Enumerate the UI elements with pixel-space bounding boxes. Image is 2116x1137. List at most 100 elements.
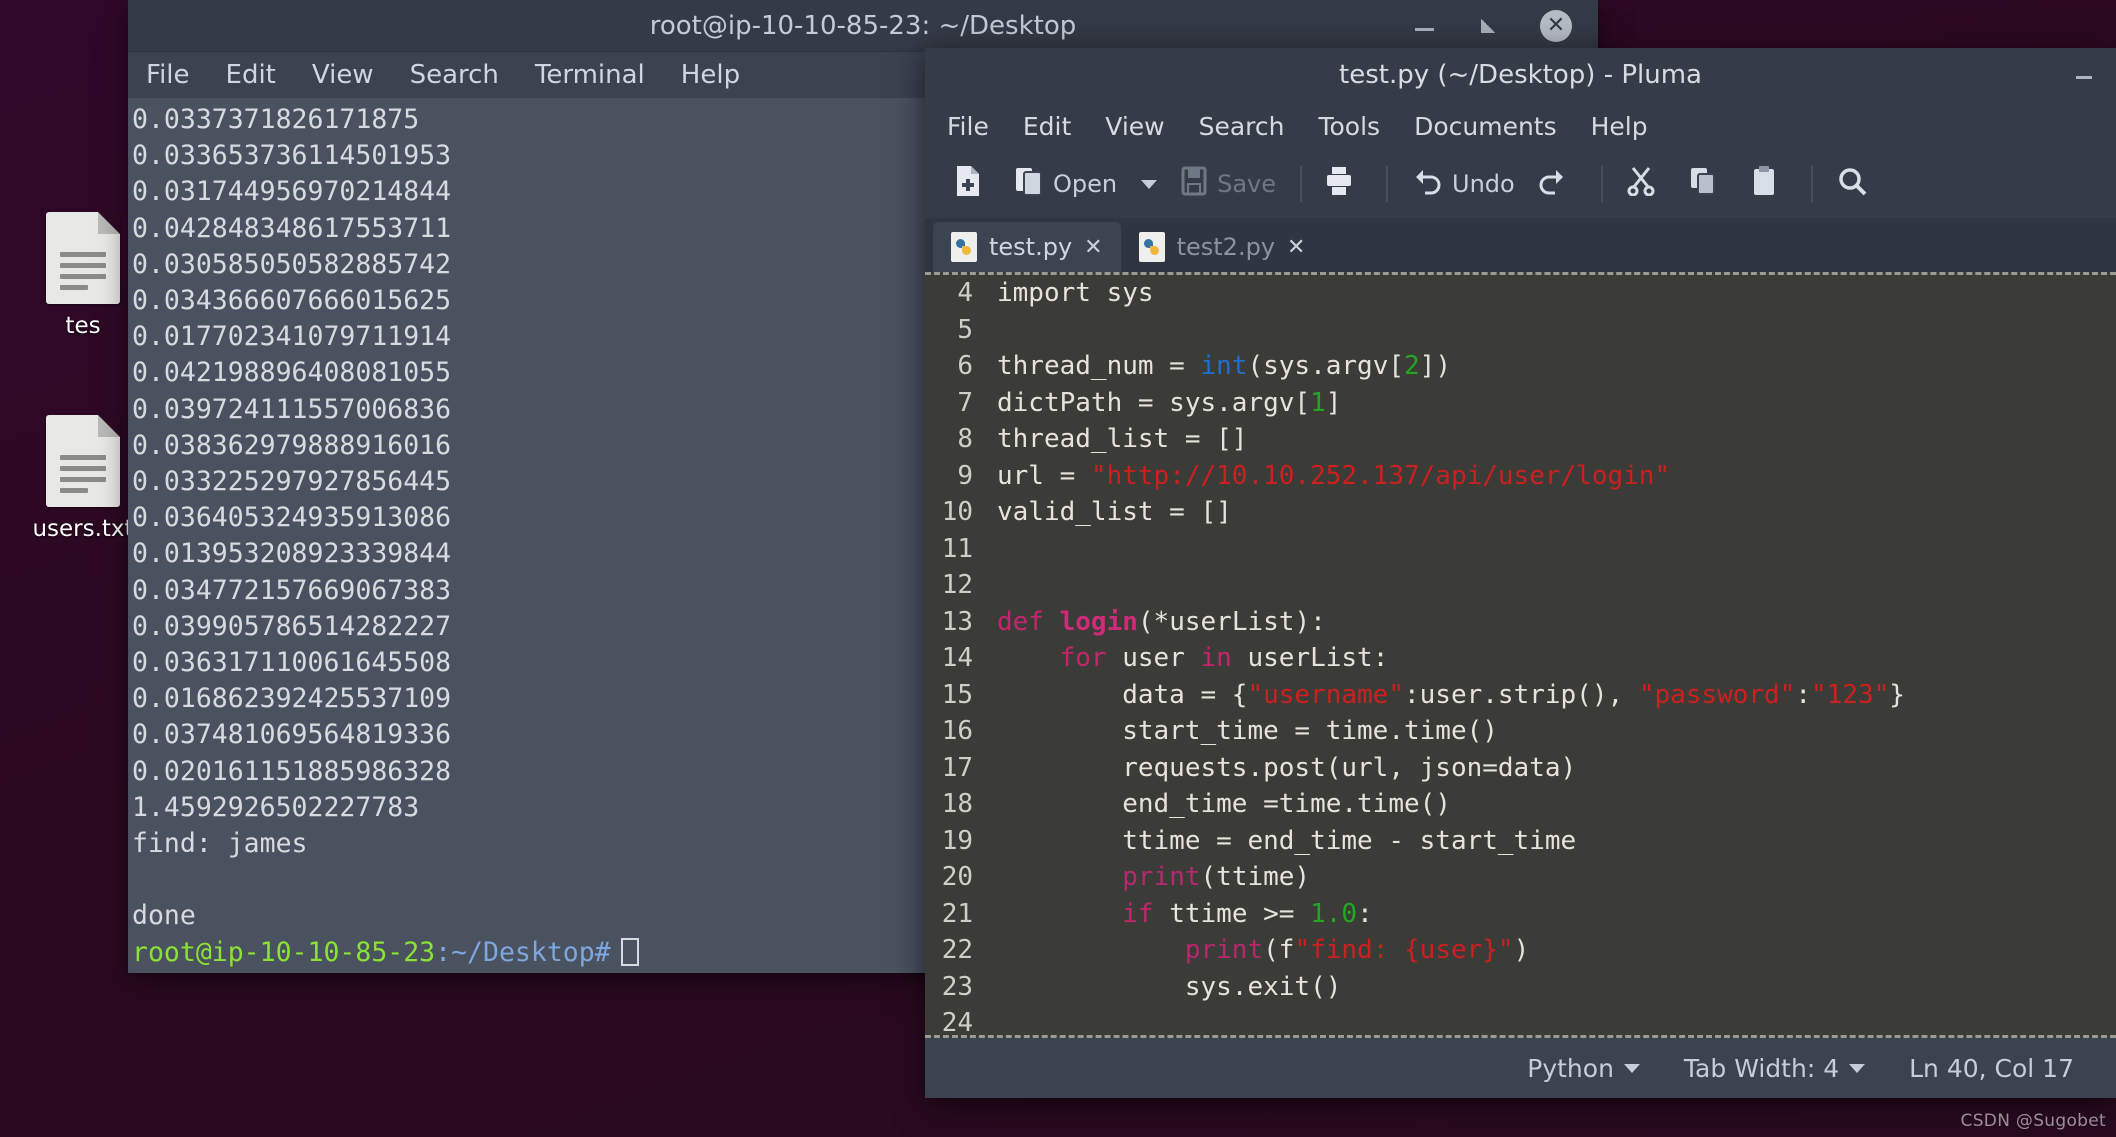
code-line: 17 requests.post(url, json=data) bbox=[925, 750, 2116, 787]
paste-button[interactable] bbox=[1739, 160, 1799, 208]
pluma-menubar[interactable]: File Edit View Search Tools Documents He… bbox=[925, 102, 2116, 150]
printer-icon bbox=[1326, 166, 1352, 202]
cut-button[interactable] bbox=[1615, 160, 1677, 208]
pluma-toolbar[interactable]: Open Save Undo bbox=[925, 150, 2116, 218]
pluma-window[interactable]: test.py (~/Desktop) - Pluma File Edit Vi… bbox=[925, 48, 2116, 1098]
code-line: 16 start_time = time.time() bbox=[925, 713, 2116, 750]
desktop: tes users.txt root@ip-10-10-85-23: ~/Des… bbox=[0, 0, 2116, 1137]
pluma-menu-documents[interactable]: Documents bbox=[1414, 112, 1557, 141]
terminal-menu-terminal[interactable]: Terminal bbox=[535, 60, 645, 90]
code-text[interactable]: data = {"username":user.strip(), "passwo… bbox=[983, 677, 1905, 714]
code-text[interactable]: import sys bbox=[983, 275, 1154, 312]
line-number: 13 bbox=[941, 606, 973, 637]
terminal-menu-view[interactable]: View bbox=[312, 60, 374, 90]
code-line: 15 data = {"username":user.strip(), "pas… bbox=[925, 677, 2116, 714]
line-number: 16 bbox=[941, 716, 973, 746]
desktop-icon-test-label: tes bbox=[65, 313, 101, 339]
code-text[interactable]: sys.exit() bbox=[983, 969, 1342, 1006]
prompt-path: :~/Desktop# bbox=[435, 936, 611, 968]
cursor-position: Ln 40, Col 17 bbox=[1909, 1054, 2074, 1083]
code-text[interactable]: end_time =time.time() bbox=[983, 786, 1451, 823]
tab-test-py-label: test.py bbox=[989, 233, 1073, 261]
pluma-menu-help[interactable]: Help bbox=[1591, 112, 1648, 141]
undo-arrow-icon bbox=[1412, 167, 1442, 201]
code-text[interactable] bbox=[983, 567, 997, 604]
line-number: 24 bbox=[941, 1008, 973, 1038]
toolbar-separator bbox=[1300, 166, 1303, 202]
code-text[interactable] bbox=[983, 1005, 997, 1035]
pluma-titlebar[interactable]: test.py (~/Desktop) - Pluma bbox=[925, 48, 2116, 102]
terminal-menu-file[interactable]: File bbox=[146, 60, 190, 90]
copy-button[interactable] bbox=[1677, 160, 1739, 208]
pluma-menu-file[interactable]: File bbox=[947, 112, 989, 141]
pluma-tabbar[interactable]: test.py ✕ test2.py ✕ bbox=[925, 218, 2116, 272]
code-text[interactable]: for user in userList: bbox=[983, 640, 1389, 677]
minimize-icon[interactable] bbox=[2072, 64, 2096, 86]
code-editor[interactable]: 4 import sys 5 6 thread_num = int(sys.argv[2… bbox=[925, 272, 2116, 1038]
code-line: 24 bbox=[925, 1005, 2116, 1038]
save-disk-icon bbox=[1181, 166, 1207, 202]
save-button[interactable]: Save bbox=[1169, 160, 1288, 208]
code-text[interactable]: def login(*userList): bbox=[983, 604, 1326, 641]
pluma-menu-edit[interactable]: Edit bbox=[1023, 112, 1071, 141]
code-text[interactable]: requests.post(url, json=data) bbox=[983, 750, 1576, 787]
terminal-titlebar[interactable]: root@ip-10-10-85-23: ~/Desktop ✕ bbox=[128, 0, 1598, 52]
pluma-menu-search[interactable]: Search bbox=[1199, 112, 1285, 141]
terminal-window-controls[interactable]: ✕ bbox=[1412, 0, 1572, 52]
undo-button[interactable]: Undo bbox=[1400, 161, 1527, 207]
pluma-menu-tools[interactable]: Tools bbox=[1318, 112, 1380, 141]
maximize-icon[interactable] bbox=[1476, 13, 1502, 39]
desktop-icon-users-txt-label: users.txt bbox=[32, 516, 134, 542]
code-text[interactable]: if ttime >= 1.0: bbox=[983, 896, 1372, 933]
print-button[interactable] bbox=[1314, 160, 1374, 208]
code-line: 23 sys.exit() bbox=[925, 969, 2116, 1006]
code-line: 8 thread_list = [] bbox=[925, 421, 2116, 458]
tab-test2-py[interactable]: test2.py ✕ bbox=[1121, 222, 1324, 272]
line-number: 14 bbox=[941, 643, 973, 673]
chevron-down-icon bbox=[1623, 1063, 1640, 1073]
toolbar-separator bbox=[1600, 166, 1603, 202]
code-text[interactable]: print(ttime) bbox=[983, 859, 1310, 896]
code-text[interactable]: thread_num = int(sys.argv[2]) bbox=[983, 348, 1451, 385]
close-icon[interactable]: ✕ bbox=[1084, 235, 1102, 260]
code-text[interactable]: valid_list = [] bbox=[983, 494, 1232, 531]
code-text[interactable]: url = "http://10.10.252.137/api/user/log… bbox=[983, 458, 1670, 495]
code-line: 12 bbox=[925, 567, 2116, 604]
code-text[interactable]: start_time = time.time() bbox=[983, 713, 1498, 750]
tab-test-py[interactable]: test.py ✕ bbox=[933, 222, 1121, 272]
minimize-icon[interactable] bbox=[1412, 13, 1438, 39]
line-number: 7 bbox=[957, 387, 973, 418]
code-text[interactable]: ttime = end_time - start_time bbox=[983, 823, 1576, 860]
tab-width-selector[interactable]: Tab Width: 4 bbox=[1684, 1054, 1866, 1083]
line-number: 11 bbox=[941, 533, 973, 564]
find-button[interactable] bbox=[1825, 160, 1889, 208]
save-label: Save bbox=[1217, 170, 1277, 198]
terminal-menu-search[interactable]: Search bbox=[410, 60, 499, 90]
terminal-menu-help[interactable]: Help bbox=[681, 60, 740, 90]
redo-arrow-icon bbox=[1539, 167, 1567, 201]
open-button[interactable]: Open bbox=[1003, 159, 1129, 209]
line-number: 10 bbox=[941, 497, 973, 527]
open-dropdown-button[interactable] bbox=[1129, 174, 1169, 195]
scissors-icon bbox=[1627, 166, 1655, 202]
line-number: 6 bbox=[957, 351, 973, 381]
code-text[interactable]: dictPath = sys.argv[1] bbox=[983, 385, 1341, 422]
line-number: 8 bbox=[957, 424, 973, 454]
line-number: 18 bbox=[941, 789, 973, 819]
pluma-menu-view[interactable]: View bbox=[1105, 112, 1164, 141]
terminal-cursor bbox=[620, 937, 639, 966]
terminal-menu-edit[interactable]: Edit bbox=[226, 60, 276, 90]
redo-button[interactable] bbox=[1527, 161, 1589, 207]
close-icon[interactable]: ✕ bbox=[1540, 10, 1572, 42]
code-text[interactable] bbox=[983, 531, 997, 568]
tab-test2-py-label: test2.py bbox=[1176, 233, 1276, 261]
pluma-statusbar: Python Tab Width: 4 Ln 40, Col 17 bbox=[925, 1038, 2116, 1098]
language-selector[interactable]: Python bbox=[1527, 1054, 1640, 1083]
code-text[interactable]: thread_list = [] bbox=[983, 421, 1247, 458]
watermark: CSDN @Sugobet bbox=[1960, 1111, 2106, 1131]
line-number: 9 bbox=[957, 460, 973, 491]
code-text[interactable]: print(f"find: {user}") bbox=[983, 932, 1529, 969]
code-text[interactable] bbox=[983, 312, 997, 349]
close-icon[interactable]: ✕ bbox=[1287, 235, 1305, 260]
new-document-button[interactable] bbox=[943, 159, 1003, 209]
